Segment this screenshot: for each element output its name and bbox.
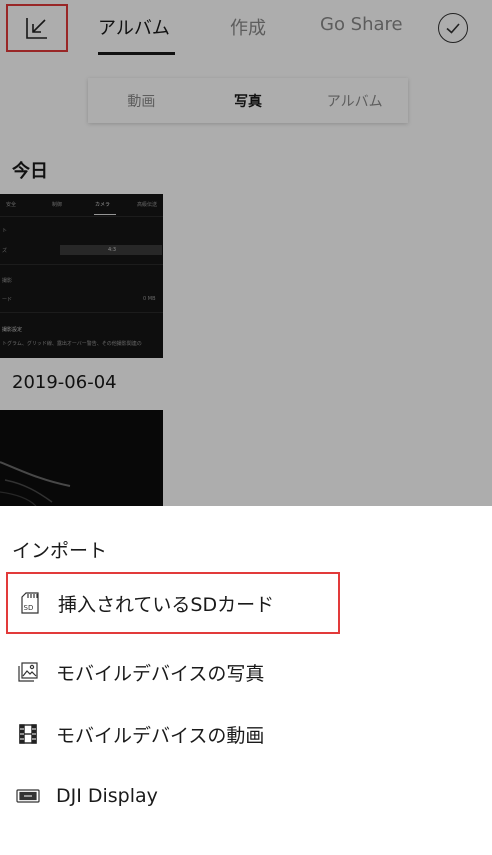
thumb-row-label: 撮影 (2, 278, 13, 284)
thumb-row-value: 0 MB (143, 296, 156, 302)
import-option-mobile-videos[interactable]: モバイルデバイスの動画 (6, 703, 340, 765)
thumb-row-label: ト (2, 228, 8, 234)
dark-photo-content (0, 461, 71, 506)
album-screen: アルバム 作成 Go Share 動画 写真 アルバム 今日 安全 制御 カメラ… (0, 0, 492, 506)
dji-display-icon (16, 784, 40, 808)
svg-text:SD: SD (24, 604, 34, 612)
thumb-row-label: ズ (2, 248, 8, 254)
thumb-divider (0, 264, 163, 265)
import-arrow-icon (26, 18, 47, 39)
segment-video[interactable]: 動画 (88, 91, 195, 111)
thumb-tab-safety: 安全 (6, 202, 17, 208)
top-bar: アルバム 作成 Go Share (0, 0, 492, 56)
section-header-date: 2019-06-04 (12, 372, 117, 393)
check-circle-icon (446, 23, 460, 34)
tab-album[interactable]: アルバム (98, 14, 170, 40)
film-icon (16, 722, 40, 746)
thumb-tab-camera: カメラ (95, 202, 111, 208)
section-header-today: 今日 (12, 161, 48, 182)
select-button[interactable] (438, 13, 468, 43)
import-option-label: モバイルデバイスの動画 (56, 724, 265, 747)
thumb-tab-indicator (94, 214, 116, 215)
segment-photo[interactable]: 写真 (195, 91, 302, 111)
sd-card-icon: SD (18, 591, 42, 615)
segment-album[interactable]: アルバム (301, 91, 408, 111)
thumb-divider (0, 216, 163, 217)
import-option-sd-card[interactable]: SD 挿入されているSDカード (6, 572, 340, 634)
import-option-label: モバイルデバイスの写真 (56, 662, 265, 685)
thumb-row-value: 4:3 (108, 247, 117, 253)
import-sheet: インポート SD 挿入されているSDカード モバイルデバイスの写真 モバイルデバ… (0, 506, 492, 855)
photo-icon (16, 660, 40, 684)
thumb-row-label: 撮影設定 (2, 327, 23, 333)
media-thumbnail[interactable]: 安全 制御 カメラ 高級伝送 ト ズ 4:3 撮影 ード 0 MB 撮影設定 ト… (0, 194, 163, 358)
thumb-tab-control: 制御 (52, 202, 63, 208)
thumb-tab-transmission: 高級伝送 (137, 202, 158, 208)
import-option-label: 挿入されているSDカード (58, 593, 275, 616)
thumb-row-label: ード (2, 297, 13, 303)
media-thumbnail[interactable] (0, 410, 163, 506)
import-option-label: DJI Display (56, 785, 158, 807)
media-type-segmented-control: 動画 写真 アルバム (88, 78, 408, 123)
import-sheet-title: インポート (12, 540, 108, 562)
import-option-dji-display[interactable]: DJI Display (6, 765, 340, 827)
tab-create[interactable]: 作成 (230, 14, 266, 40)
thumb-divider (0, 312, 163, 313)
tab-go-share[interactable]: Go Share (320, 14, 403, 35)
import-option-mobile-photos[interactable]: モバイルデバイスの写真 (6, 641, 340, 703)
thumb-row-label: トグラム、グリッド線、露出オーバー警告、その他撮影関連の (2, 341, 142, 347)
tab-active-indicator (98, 52, 175, 55)
import-button[interactable] (6, 4, 68, 52)
